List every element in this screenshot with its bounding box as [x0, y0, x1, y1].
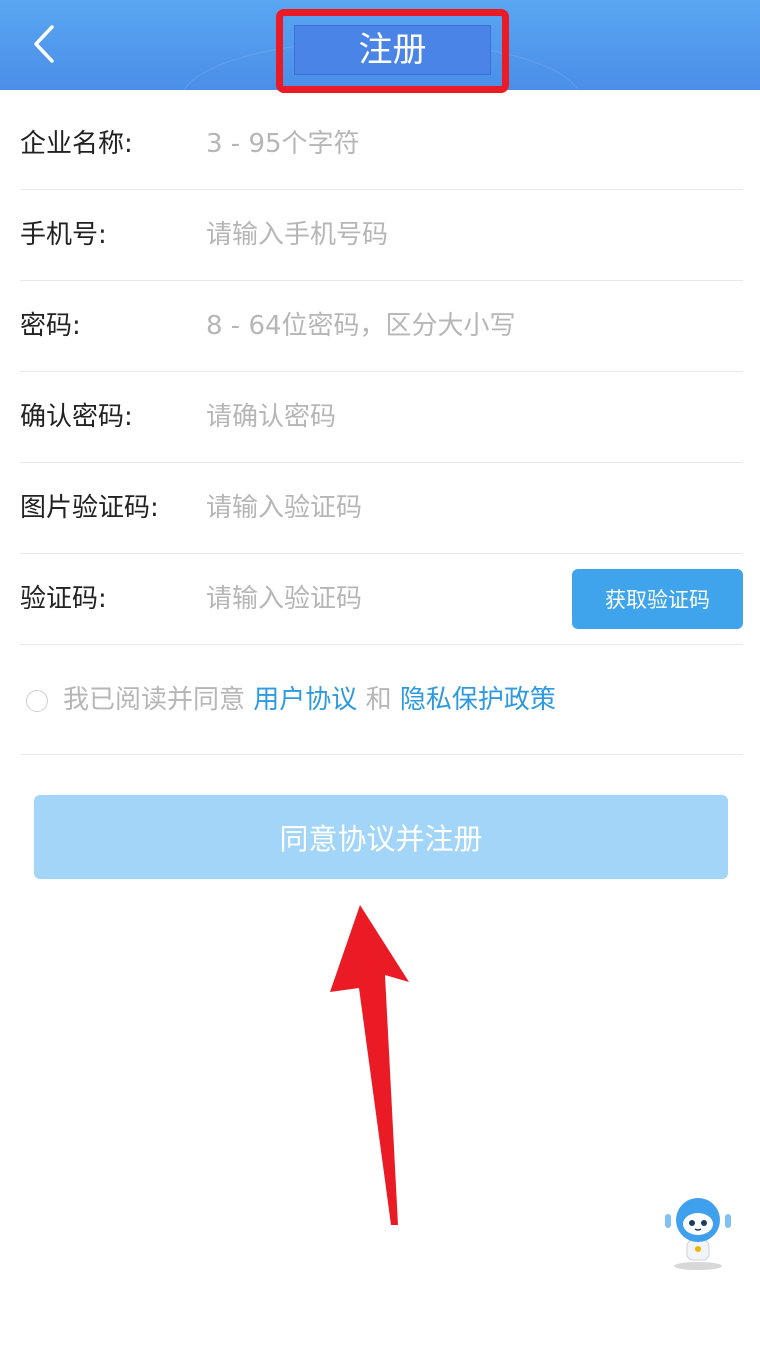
agreement-text: 我已阅读并同意 用户协议 和 隐私保护政策 — [63, 646, 556, 755]
agreement-prefix: 我已阅读并同意 — [63, 685, 246, 715]
password-input[interactable] — [206, 301, 586, 351]
red-annotation-arrow — [330, 905, 409, 1225]
phone-input[interactable] — [206, 210, 546, 260]
back-arrow-icon — [34, 25, 54, 63]
confirm-password-input[interactable] — [206, 392, 546, 442]
password-row: 密码: — [20, 281, 743, 372]
agreement-row: 我已阅读并同意 用户协议 和 隐私保护政策 — [20, 646, 743, 755]
company-name-label: 企业名称: — [20, 129, 133, 159]
agree-and-register-button[interactable]: 同意协议并注册 — [34, 795, 728, 879]
phone-label: 手机号: — [20, 220, 107, 250]
image-captcha-input[interactable] — [206, 483, 546, 533]
sms-code-input[interactable] — [206, 574, 506, 624]
robot-assistant-icon[interactable] — [662, 1196, 734, 1272]
back-button[interactable] — [24, 20, 64, 68]
title-annotation-highlight — [276, 9, 509, 93]
image-captcha-label: 图片验证码: — [20, 493, 159, 523]
agreement-radio[interactable] — [26, 690, 48, 712]
phone-row: 手机号: — [20, 190, 743, 281]
user-agreement-link[interactable]: 用户协议 — [253, 685, 357, 715]
company-name-row: 企业名称: — [20, 99, 743, 190]
confirm-password-label: 确认密码: — [20, 402, 133, 432]
get-code-button[interactable]: 获取验证码 — [572, 569, 743, 629]
privacy-policy-link[interactable]: 隐私保护政策 — [400, 685, 556, 715]
sms-code-row: 验证码: 获取验证码 — [20, 554, 743, 645]
confirm-password-row: 确认密码: — [20, 372, 743, 463]
image-captcha-row: 图片验证码: — [20, 463, 743, 554]
password-label: 密码: — [20, 311, 81, 341]
agreement-and: 和 — [365, 685, 392, 715]
sms-code-label: 验证码: — [20, 584, 107, 614]
company-name-input[interactable] — [206, 119, 546, 169]
